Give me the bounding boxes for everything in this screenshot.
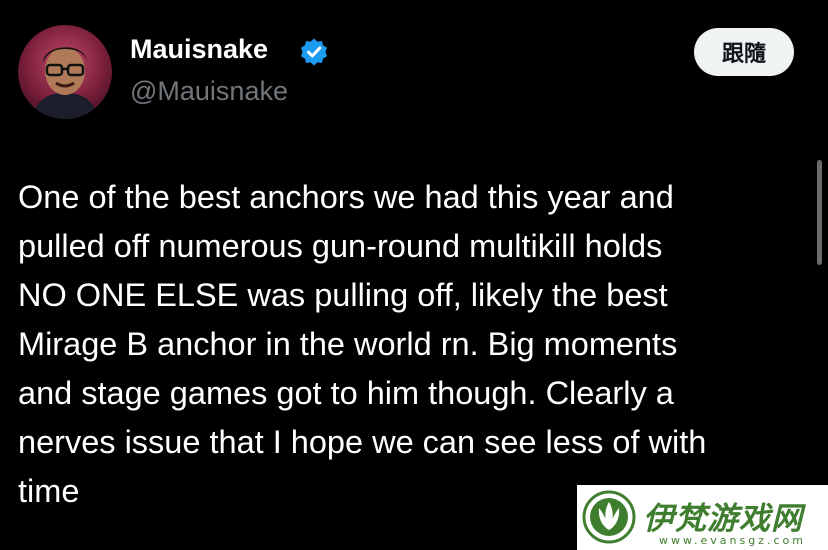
user-handle[interactable]: @Mauisnake — [130, 76, 288, 107]
scrollbar[interactable] — [817, 160, 822, 265]
tweet-text: One of the best anchors we had this year… — [18, 173, 798, 516]
verified-badge-icon — [299, 37, 329, 67]
avatar-photo — [18, 25, 112, 119]
follow-button[interactable]: 跟隨 — [694, 28, 794, 76]
tweet-line: and stage games got to him though. Clear… — [18, 375, 674, 411]
tweet-line: Mirage B anchor in the world rn. Big mom… — [18, 326, 678, 362]
tweet-line: One of the best anchors we had this year… — [18, 179, 674, 215]
leaf-logo-icon — [582, 490, 636, 544]
watermark-title: 伊梵游戏网 — [643, 501, 803, 537]
avatar[interactable] — [18, 25, 112, 119]
watermark-url: www.evansgz.com — [659, 534, 806, 547]
tweet-line: pulled off numerous gun-round multikill … — [18, 228, 663, 264]
tweet-line: NO ONE ELSE was pulling off, likely the … — [18, 277, 668, 313]
watermark: 伊梵游戏网 www.evansgz.com — [577, 485, 828, 550]
tweet-line: nerves issue that I hope we can see less… — [18, 424, 707, 460]
display-name[interactable]: Mauisnake — [130, 34, 268, 65]
